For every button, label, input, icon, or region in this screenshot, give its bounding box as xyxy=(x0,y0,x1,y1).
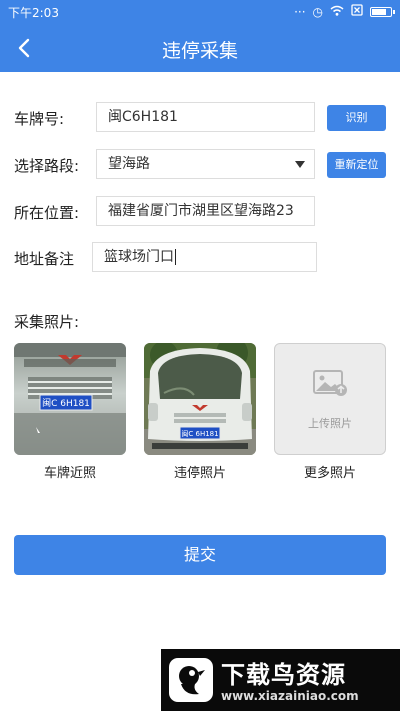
watermark-title: 下载鸟资源 xyxy=(221,661,346,689)
remark-input[interactable]: 篮球场门口 xyxy=(92,242,317,272)
plate-text-1: 闽C 6H181 xyxy=(42,397,90,409)
plate-input[interactable]: 闽C6H181 xyxy=(96,102,315,132)
remark-label: 地址备注 xyxy=(14,250,75,268)
more-dots-icon: ··· xyxy=(294,4,306,19)
photos-section-label: 采集照片: xyxy=(14,313,80,331)
dropdown-arrow-icon xyxy=(295,161,305,168)
plate-row: 车牌号: 闽C6H181 识别 xyxy=(0,102,400,134)
more-photos-caption: 更多照片 xyxy=(303,466,356,481)
page-title: 违停采集 xyxy=(161,40,238,62)
relocate-button[interactable]: 重新定位 xyxy=(327,152,386,178)
plate-text-2: 闽C 6H181 xyxy=(181,430,218,438)
location-label: 所在位置: xyxy=(14,204,80,222)
plate-label: 车牌号: xyxy=(14,110,65,128)
road-select-value: 望海路 xyxy=(108,156,150,172)
road-label: 选择路段: xyxy=(14,157,80,175)
status-icons: ··· ◷ xyxy=(294,4,395,19)
watermark-banner: 下载鸟资源 www.xiazainiao.com xyxy=(161,649,400,711)
watermark-logo xyxy=(169,658,213,702)
status-bar: 下午2:03 ··· ◷ xyxy=(0,0,400,24)
upload-photo-button[interactable]: 上传照片 xyxy=(274,343,386,455)
remark-row: 地址备注 篮球场门口 xyxy=(0,242,400,274)
road-select[interactable]: 望海路 xyxy=(96,149,315,179)
battery-icon xyxy=(370,6,395,17)
plate-closeup-image: 闽C 6H181 xyxy=(14,343,126,455)
status-time: 下午2:03 xyxy=(8,6,59,20)
remark-input-value: 篮球场门口 xyxy=(104,249,174,265)
no-sim-icon xyxy=(351,4,363,19)
alarm-icon: ◷ xyxy=(312,4,323,19)
location-row: 所在位置: 福建省厦门市湖里区望海路23 xyxy=(0,196,400,228)
upload-photo-text: 上传照片 xyxy=(308,417,352,430)
violation-image: 闽C 6H181 xyxy=(144,343,256,455)
plate-closeup-caption: 车牌近照 xyxy=(43,466,96,481)
watermark-url: www.xiazainiao.com xyxy=(221,689,359,703)
recognize-button[interactable]: 识别 xyxy=(327,105,386,131)
submit-button[interactable]: 提交 xyxy=(14,535,386,575)
wifi-icon xyxy=(330,5,344,19)
violation-photo[interactable]: 闽C 6H181 xyxy=(144,343,256,455)
violation-photo-caption: 违停照片 xyxy=(173,466,226,481)
road-row: 选择路段: 望海路 重新定位 xyxy=(0,149,400,181)
nav-bar: 违停采集 xyxy=(0,24,400,72)
location-input[interactable]: 福建省厦门市湖里区望海路23 xyxy=(96,196,315,226)
image-upload-icon xyxy=(313,370,347,396)
plate-closeup-photo[interactable]: 闽C 6H181 xyxy=(14,343,126,455)
text-cursor xyxy=(175,249,176,265)
